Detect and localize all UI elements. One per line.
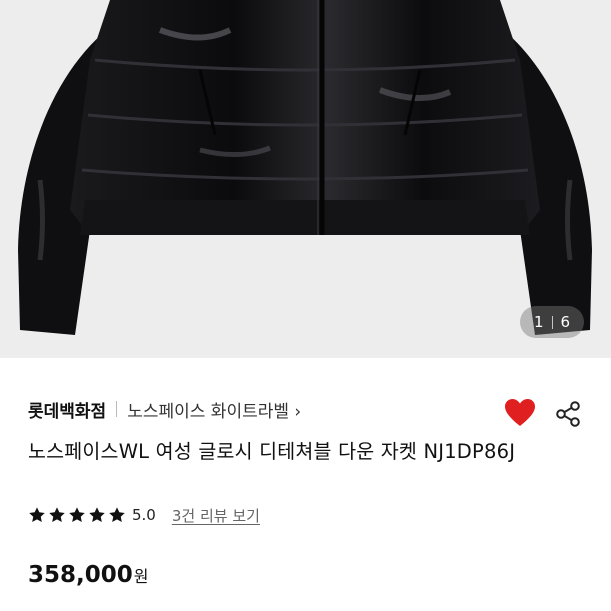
- star-icon: [29, 507, 45, 523]
- rating-row: 5.0 3건 리뷰 보기: [28, 502, 260, 528]
- product-title: 노스페이스WL 여성 글로시 디테쳐블 다운 자켓 NJ1DP86J: [28, 440, 516, 463]
- favorite-button[interactable]: [504, 398, 536, 428]
- star-icon: [89, 507, 105, 523]
- brand-divider: [116, 401, 118, 417]
- rating-score: 5.0: [132, 506, 156, 524]
- brand-link[interactable]: 노스페이스 화이트라벨 ›: [127, 397, 301, 422]
- product-image-gallery[interactable]: 1 6: [0, 0, 611, 358]
- image-counter-total: 6: [560, 313, 571, 331]
- image-counter: 1 6: [520, 306, 584, 338]
- price-currency: 원: [133, 567, 149, 586]
- product-image: [18, 0, 592, 335]
- brand-row: 롯데백화점 노스페이스 화이트라벨 ›: [28, 396, 583, 422]
- star-icon: [69, 507, 85, 523]
- review-link[interactable]: 3건 리뷰 보기: [172, 505, 260, 526]
- star-rating: [28, 506, 126, 524]
- share-icon: [556, 401, 580, 427]
- image-counter-divider: [551, 315, 553, 329]
- share-button[interactable]: [555, 400, 583, 428]
- heart-icon: [505, 399, 535, 426]
- star-icon: [109, 507, 125, 523]
- store-name-link[interactable]: 롯데백화점: [28, 397, 106, 422]
- image-counter-current: 1: [533, 313, 544, 331]
- star-icon: [49, 507, 65, 523]
- price-row: 358,000 원: [28, 562, 149, 588]
- price-value: 358,000: [28, 562, 133, 588]
